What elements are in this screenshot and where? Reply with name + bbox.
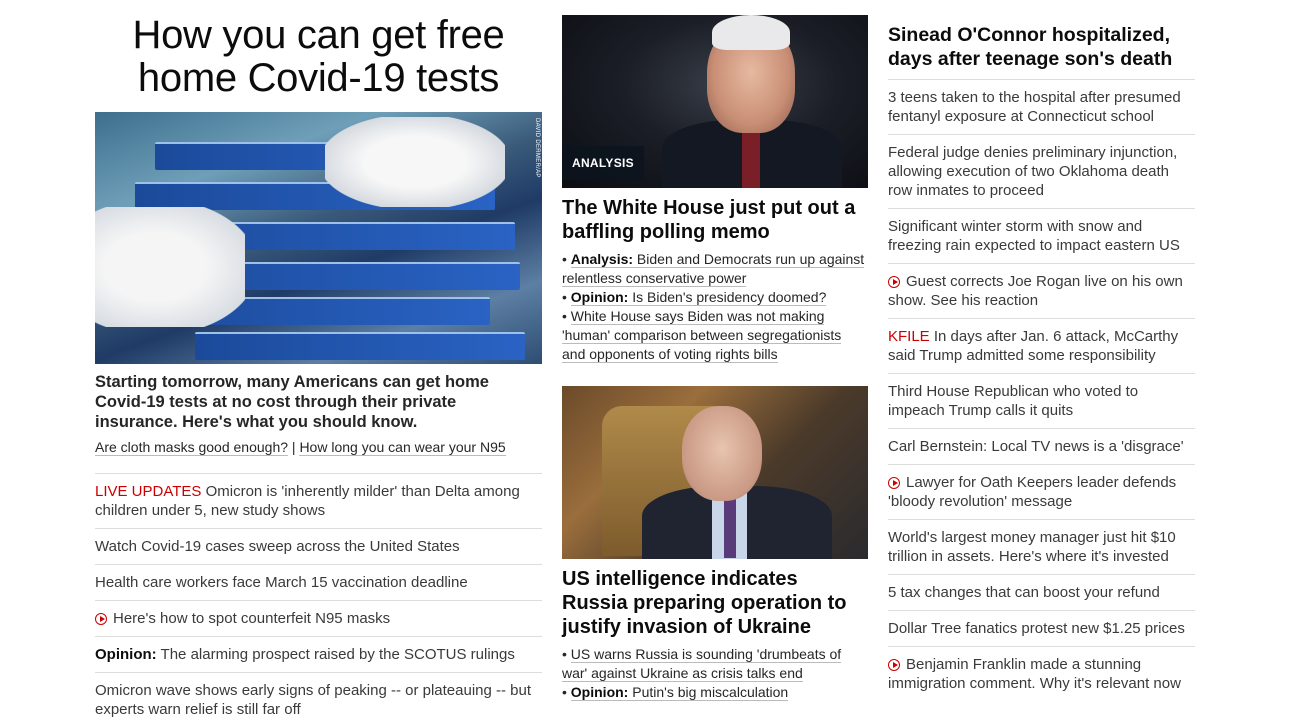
list-item[interactable]: Federal judge denies preliminary injunct… [888, 134, 1195, 208]
lead-story-link[interactable]: Starting tomorrow, many Americans can ge… [95, 372, 542, 432]
bullet-item[interactable]: • Opinion: Is Biden's presidency doomed? [562, 288, 868, 307]
list-item-text: Benjamin Franklin made a stunning immigr… [888, 656, 1181, 692]
white-house-bullets: • Analysis: Biden and Democrats run up a… [562, 250, 868, 364]
middle-column: ANALYSIS The White House just put out a … [562, 0, 868, 702]
list-item-text: Watch Covid-19 cases sweep across the Un… [95, 538, 460, 555]
opinion-label: Opinion: [570, 684, 629, 700]
list-item[interactable]: LIVE UPDATES Omicron is 'inherently mild… [95, 473, 542, 528]
list-item[interactable]: 5 tax changes that can boost your refund [888, 574, 1195, 610]
test-box-image [195, 332, 525, 360]
news-headline-list: 3 teens taken to the hospital after pres… [888, 79, 1195, 701]
list-item[interactable]: Health care workers face March 15 vaccin… [95, 564, 542, 600]
bullet-text: White House says Biden was not making 'h… [562, 308, 842, 363]
analysis-badge: ANALYSIS [562, 146, 644, 180]
play-icon [888, 659, 900, 671]
play-icon [95, 613, 107, 625]
bullet-text: Putin's big miscalculation [628, 684, 789, 700]
list-item[interactable]: Here's how to spot counterfeit N95 masks [95, 600, 542, 636]
list-item-text: Guest corrects Joe Rogan live on his own… [888, 273, 1183, 309]
live-updates-label: LIVE UPDATES [95, 483, 202, 500]
analysis-label: Analysis: [570, 251, 634, 267]
bullet-item[interactable]: • White House says Biden was not making … [562, 307, 868, 364]
glove-image [325, 117, 505, 207]
list-item-text: In days after Jan. 6 attack, McCarthy sa… [888, 328, 1179, 364]
play-icon [888, 477, 900, 489]
face-image [682, 406, 762, 501]
list-item[interactable]: Guest corrects Joe Rogan live on his own… [888, 263, 1195, 318]
list-item[interactable]: World's largest money manager just hit $… [888, 519, 1195, 574]
white-house-memo-headline[interactable]: The White House just put out a baffling … [562, 196, 868, 244]
list-item[interactable]: Watch Covid-19 cases sweep across the Un… [95, 528, 542, 564]
glove-image [95, 207, 245, 327]
n95-wear-link[interactable]: How long you can wear your N95 [299, 439, 506, 456]
opinion-label: Opinion: [570, 289, 629, 305]
list-item-text: Dollar Tree fanatics protest new $1.25 p… [888, 620, 1185, 637]
list-item-text: Carl Bernstein: Local TV news is a 'disg… [888, 438, 1184, 455]
ukraine-bullets: • US warns Russia is sounding 'drumbeats… [562, 645, 868, 702]
list-item[interactable]: Lawyer for Oath Keepers leader defends '… [888, 464, 1195, 519]
lead-column: How you can get free home Covid-19 tests… [95, 0, 542, 727]
putin-photo[interactable] [562, 386, 868, 559]
list-item-text: Omicron wave shows early signs of peakin… [95, 682, 532, 718]
list-item-text: Lawyer for Oath Keepers leader defends '… [888, 474, 1177, 510]
photo-credit: DAVID DERMER/AP [534, 118, 540, 178]
list-item[interactable]: 3 teens taken to the hospital after pres… [888, 79, 1195, 134]
bullet-item[interactable]: • US warns Russia is sounding 'drumbeats… [562, 645, 868, 683]
list-item-text: 5 tax changes that can boost your refund [888, 584, 1160, 601]
covid-test-photo[interactable]: DAVID DERMER/AP [95, 112, 542, 364]
list-item[interactable]: Omicron wave shows early signs of peakin… [95, 672, 542, 727]
list-item-text: The alarming prospect raised by the SCOT… [156, 646, 515, 663]
bullet-item[interactable]: • Opinion: Putin's big miscalculation [562, 683, 868, 702]
play-icon [888, 276, 900, 288]
cloth-masks-link[interactable]: Are cloth masks good enough? [95, 439, 289, 456]
list-item[interactable]: Significant winter storm with snow and f… [888, 208, 1195, 263]
list-item[interactable]: KFILE In days after Jan. 6 attack, McCar… [888, 318, 1195, 373]
list-item-text: Third House Republican who voted to impe… [888, 383, 1139, 419]
bullet-text: US warns Russia is sounding 'drumbeats o… [562, 646, 842, 682]
list-item-text: Health care workers face March 15 vaccin… [95, 574, 468, 591]
list-item[interactable]: Benjamin Franklin made a stunning immigr… [888, 646, 1195, 701]
tie-image [724, 496, 736, 558]
list-item-text: 3 teens taken to the hospital after pres… [888, 89, 1181, 125]
lead-sublinks: Are cloth masks good enough? | How long … [95, 438, 542, 457]
list-item[interactable]: Opinion: The alarming prospect raised by… [95, 636, 542, 672]
hair-image [712, 15, 790, 50]
sublink-separator: | [288, 439, 300, 455]
biden-photo[interactable]: ANALYSIS [562, 15, 868, 188]
bullet-text: Is Biden's presidency doomed? [628, 289, 827, 305]
list-item-text: Here's how to spot counterfeit N95 masks [113, 610, 391, 627]
covid-headline-list: LIVE UPDATES Omicron is 'inherently mild… [95, 473, 542, 727]
right-column: Sinead O'Connor hospitalized, days after… [888, 0, 1195, 701]
list-item[interactable]: Carl Bernstein: Local TV news is a 'disg… [888, 428, 1195, 464]
opinion-label: Opinion: [95, 646, 157, 663]
hero-headline[interactable]: How you can get free home Covid-19 tests [95, 14, 542, 100]
ukraine-headline[interactable]: US intelligence indicates Russia prepari… [562, 567, 868, 639]
sinead-headline[interactable]: Sinead O'Connor hospitalized, days after… [888, 23, 1195, 71]
kfile-label: KFILE [888, 328, 930, 345]
list-item-text: Significant winter storm with snow and f… [888, 218, 1180, 254]
list-item-text: Federal judge denies preliminary injunct… [888, 144, 1178, 199]
bullet-item[interactable]: • Analysis: Biden and Democrats run up a… [562, 250, 868, 288]
list-item-text: World's largest money manager just hit $… [888, 529, 1176, 565]
list-item[interactable]: Third House Republican who voted to impe… [888, 373, 1195, 428]
list-item[interactable]: Dollar Tree fanatics protest new $1.25 p… [888, 610, 1195, 646]
